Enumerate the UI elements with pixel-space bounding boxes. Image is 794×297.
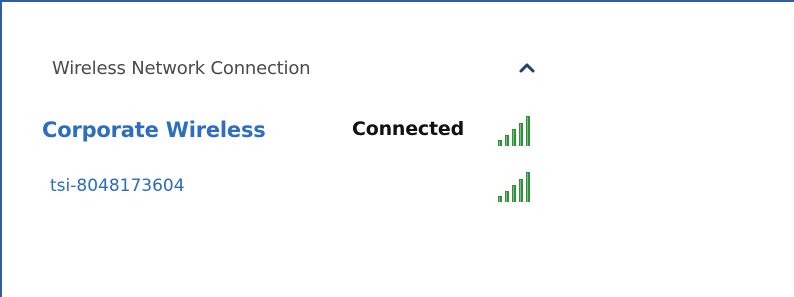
section-title: Wireless Network Connection xyxy=(52,58,311,79)
network-list-panel: Wireless Network Connection Corporate Wi… xyxy=(0,0,794,297)
chevron-up-icon[interactable] xyxy=(517,58,537,78)
network-name: Corporate Wireless xyxy=(42,118,266,142)
network-name: tsi-8048173604 xyxy=(50,176,185,196)
signal-strength-icon xyxy=(498,116,530,146)
wireless-section-header[interactable]: Wireless Network Connection xyxy=(32,52,552,86)
connection-status: Connected xyxy=(352,118,464,140)
network-item-tsi-8048173604[interactable]: tsi-8048173604 xyxy=(32,166,552,206)
signal-strength-icon xyxy=(498,172,530,202)
network-item-corporate-wireless[interactable]: Corporate Wireless Connected xyxy=(32,110,552,150)
